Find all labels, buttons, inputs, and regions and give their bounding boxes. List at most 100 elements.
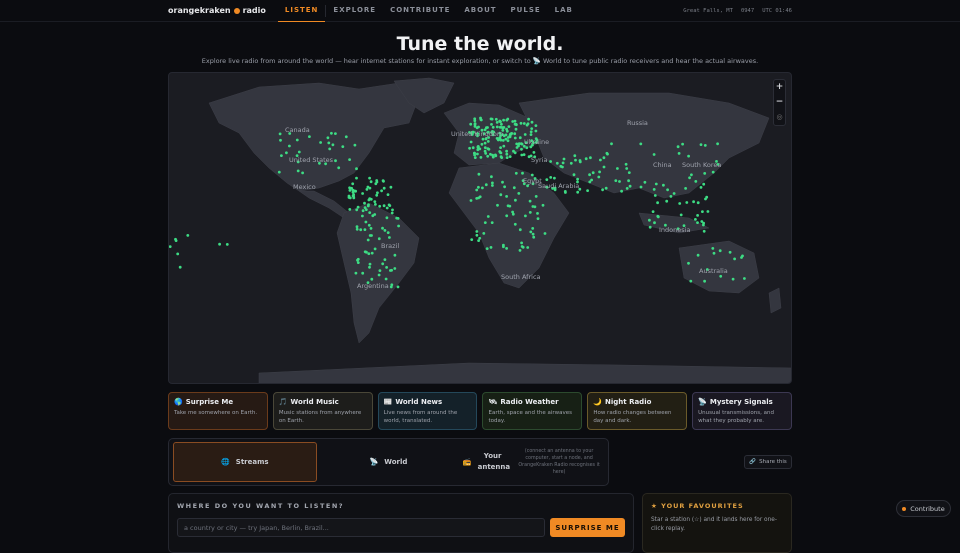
station-dot[interactable] bbox=[656, 201, 659, 205]
station-dot[interactable] bbox=[513, 222, 517, 226]
station-dot[interactable] bbox=[703, 279, 706, 283]
station-dot[interactable] bbox=[733, 257, 736, 261]
station-dot[interactable] bbox=[368, 262, 372, 266]
station-dot[interactable] bbox=[569, 161, 573, 165]
station-dot[interactable] bbox=[278, 132, 282, 136]
station-dot[interactable] bbox=[505, 247, 508, 250]
station-dot[interactable] bbox=[639, 185, 643, 189]
station-dot[interactable] bbox=[528, 199, 532, 203]
station-dot[interactable] bbox=[599, 158, 602, 162]
station-dot[interactable] bbox=[374, 203, 377, 206]
station-dot[interactable] bbox=[468, 146, 471, 150]
station-dot[interactable] bbox=[586, 189, 589, 192]
station-dot[interactable] bbox=[501, 180, 504, 184]
station-dot[interactable] bbox=[393, 267, 397, 270]
station-dot[interactable] bbox=[489, 152, 492, 156]
station-dot[interactable] bbox=[373, 200, 377, 203]
station-dot[interactable] bbox=[470, 238, 474, 242]
station-dot[interactable] bbox=[355, 227, 359, 231]
station-dot[interactable] bbox=[512, 149, 515, 153]
station-dot[interactable] bbox=[386, 231, 390, 235]
station-dot[interactable] bbox=[327, 141, 331, 145]
station-dot[interactable] bbox=[505, 195, 508, 198]
zoom-out-button[interactable]: − bbox=[773, 95, 786, 110]
station-dot[interactable] bbox=[301, 171, 304, 175]
station-dot[interactable] bbox=[654, 182, 658, 186]
mode-world[interactable]: 📡 World bbox=[317, 442, 461, 482]
station-dot[interactable] bbox=[352, 189, 356, 193]
station-dot[interactable] bbox=[473, 125, 477, 128]
mode-streams[interactable]: 🌐 Streams bbox=[173, 442, 317, 482]
station-dot[interactable] bbox=[473, 151, 476, 155]
station-dot[interactable] bbox=[505, 149, 508, 153]
station-dot[interactable] bbox=[690, 173, 693, 177]
station-dot[interactable] bbox=[507, 125, 511, 128]
station-dot[interactable] bbox=[377, 273, 381, 277]
station-dot[interactable] bbox=[597, 175, 601, 179]
station-dot[interactable] bbox=[218, 242, 221, 246]
station-dot[interactable] bbox=[699, 186, 703, 189]
station-dot[interactable] bbox=[374, 182, 378, 186]
card-world-news[interactable]: 📰 World News Live news from around the wo… bbox=[377, 392, 478, 430]
world-map-canvas[interactable]: Canada United States Mexico Brazil Argen… bbox=[169, 73, 792, 384]
station-dot[interactable] bbox=[520, 153, 524, 157]
station-dot[interactable] bbox=[514, 127, 518, 131]
station-dot[interactable] bbox=[628, 184, 632, 188]
station-dot[interactable] bbox=[521, 171, 524, 175]
station-dot[interactable] bbox=[606, 152, 609, 156]
station-dot[interactable] bbox=[678, 202, 682, 205]
station-dot[interactable] bbox=[543, 232, 547, 235]
station-dot[interactable] bbox=[706, 210, 710, 213]
station-dot[interactable] bbox=[666, 188, 669, 192]
station-dot[interactable] bbox=[578, 159, 582, 162]
station-dot[interactable] bbox=[473, 122, 477, 126]
station-dot[interactable] bbox=[703, 172, 707, 175]
station-dot[interactable] bbox=[477, 185, 480, 189]
station-dot[interactable] bbox=[364, 208, 368, 212]
station-dot[interactable] bbox=[502, 134, 506, 138]
station-dot[interactable] bbox=[486, 140, 490, 143]
station-dot[interactable] bbox=[684, 187, 687, 190]
station-dot[interactable] bbox=[279, 138, 282, 142]
station-dot[interactable] bbox=[373, 247, 377, 251]
station-dot[interactable] bbox=[504, 137, 508, 141]
station-dot[interactable] bbox=[728, 250, 732, 254]
card-world-music[interactable]: 🎵 World Music Music stations from anywher… bbox=[272, 392, 373, 430]
station-dot[interactable] bbox=[486, 215, 490, 218]
station-dot[interactable] bbox=[553, 176, 556, 180]
station-dot[interactable] bbox=[501, 126, 505, 130]
station-dot[interactable] bbox=[285, 151, 288, 155]
card-surprise-me[interactable]: 🌎 Surprise Me Take me somewhere on Earth. bbox=[168, 392, 268, 430]
station-dot[interactable] bbox=[390, 283, 394, 287]
brand-logo[interactable]: orangekraken radio bbox=[168, 6, 266, 15]
station-dot[interactable] bbox=[369, 227, 373, 230]
station-dot[interactable] bbox=[679, 213, 683, 217]
station-dot[interactable] bbox=[491, 184, 494, 187]
station-dot[interactable] bbox=[549, 176, 553, 179]
station-dot[interactable] bbox=[533, 205, 537, 209]
station-dot[interactable] bbox=[718, 249, 722, 253]
station-dot[interactable] bbox=[573, 154, 577, 158]
station-dot[interactable] bbox=[499, 193, 503, 197]
station-dot[interactable] bbox=[589, 156, 592, 160]
station-dot[interactable] bbox=[495, 125, 499, 129]
station-dot[interactable] bbox=[624, 162, 628, 166]
station-dot[interactable] bbox=[601, 188, 604, 192]
station-dot[interactable] bbox=[696, 201, 700, 205]
station-dot[interactable] bbox=[687, 261, 690, 265]
station-dot[interactable] bbox=[610, 142, 613, 146]
station-dot[interactable] bbox=[531, 227, 535, 230]
station-dot[interactable] bbox=[518, 228, 522, 232]
station-dot[interactable] bbox=[653, 221, 656, 225]
station-dot[interactable] bbox=[530, 127, 534, 130]
station-dot[interactable] bbox=[356, 258, 359, 262]
station-dot[interactable] bbox=[541, 203, 545, 207]
station-dot[interactable] bbox=[361, 192, 364, 195]
station-dot[interactable] bbox=[486, 154, 490, 158]
station-dot[interactable] bbox=[356, 261, 360, 264]
zoom-in-button[interactable]: + bbox=[773, 80, 786, 95]
station-dot[interactable] bbox=[490, 221, 494, 225]
station-dot[interactable] bbox=[377, 237, 381, 241]
station-dot[interactable] bbox=[508, 135, 512, 139]
station-dot[interactable] bbox=[687, 154, 690, 158]
